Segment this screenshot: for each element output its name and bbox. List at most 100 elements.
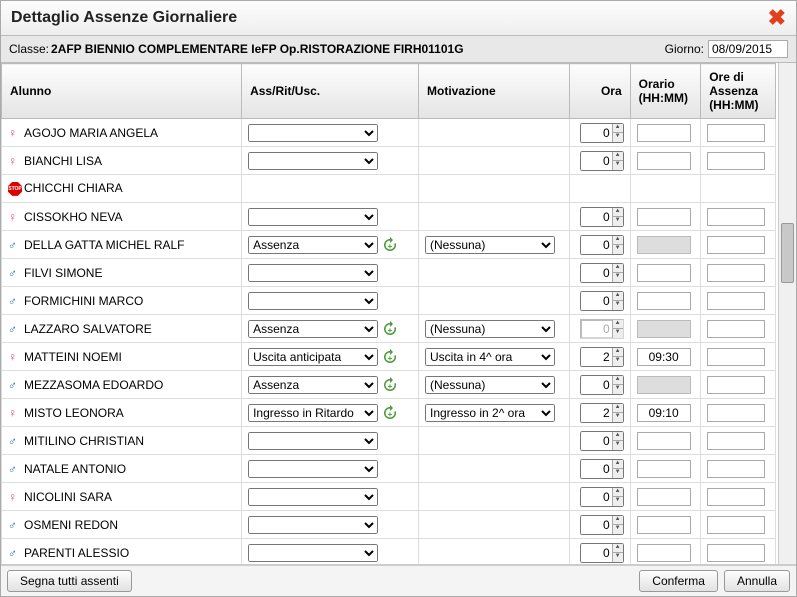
spinner-down-icon[interactable]: ▼: [612, 441, 623, 450]
ore-assenza-input[interactable]: [707, 432, 765, 450]
motivation-select[interactable]: (Nessuna)Ingresso in 2^ oraUscita in 4^ …: [425, 348, 555, 366]
spinner-up-icon[interactable]: ▲: [612, 124, 623, 134]
close-icon[interactable]: ✖: [768, 5, 786, 31]
orario-input[interactable]: [637, 152, 691, 170]
column-header-orario[interactable]: Orario (HH:MM): [630, 64, 701, 119]
absence-type-select[interactable]: AssenzaIngresso in RitardoUscita anticip…: [248, 152, 378, 170]
spinner-up-icon[interactable]: ▲: [612, 152, 623, 162]
orario-input[interactable]: [637, 404, 691, 422]
student-name: NATALE ANTONIO: [24, 462, 126, 476]
absence-type-select[interactable]: AssenzaIngresso in RitardoUscita anticip…: [248, 320, 378, 338]
spinner-up-icon[interactable]: ▲: [612, 376, 623, 386]
absence-type-select[interactable]: AssenzaIngresso in RitardoUscita anticip…: [248, 348, 378, 366]
spinner-down-icon[interactable]: ▼: [612, 413, 623, 422]
refresh-icon[interactable]: +: [382, 237, 398, 253]
absence-type-select[interactable]: AssenzaIngresso in RitardoUscita anticip…: [248, 404, 378, 422]
svg-text:+: +: [388, 242, 393, 251]
absence-type-select[interactable]: AssenzaIngresso in RitardoUscita anticip…: [248, 124, 378, 142]
spinner-up-icon[interactable]: ▲: [612, 292, 623, 302]
ore-assenza-input[interactable]: [707, 236, 765, 254]
absence-type-select[interactable]: AssenzaIngresso in RitardoUscita anticip…: [248, 460, 378, 478]
absence-type-select[interactable]: AssenzaIngresso in RitardoUscita anticip…: [248, 376, 378, 394]
motivation-select[interactable]: (Nessuna)Ingresso in 2^ oraUscita in 4^ …: [425, 404, 555, 422]
spinner-up-icon[interactable]: ▲: [612, 208, 623, 218]
absence-type-select[interactable]: AssenzaIngresso in RitardoUscita anticip…: [248, 488, 378, 506]
orario-input[interactable]: [637, 348, 691, 366]
male-icon: ♂: [8, 294, 22, 308]
ore-assenza-input[interactable]: [707, 404, 765, 422]
confirm-button[interactable]: Conferma: [639, 570, 718, 592]
spinner-down-icon[interactable]: ▼: [612, 217, 623, 226]
spinner-down-icon[interactable]: ▼: [612, 133, 623, 142]
absence-type-select[interactable]: AssenzaIngresso in RitardoUscita anticip…: [248, 264, 378, 282]
absence-type-select[interactable]: AssenzaIngresso in RitardoUscita anticip…: [248, 544, 378, 562]
mark-all-absent-button[interactable]: Segna tutti assenti: [7, 570, 132, 592]
orario-input: [637, 236, 691, 254]
ore-assenza-input[interactable]: [707, 264, 765, 282]
spinner-up-icon[interactable]: ▲: [612, 516, 623, 526]
spinner-up-icon[interactable]: ▲: [612, 488, 623, 498]
spinner-up-icon[interactable]: ▲: [612, 236, 623, 246]
refresh-icon[interactable]: +: [382, 405, 398, 421]
orario-input[interactable]: [637, 460, 691, 478]
ore-assenza-input[interactable]: [707, 488, 765, 506]
spinner-down-icon[interactable]: ▼: [612, 497, 623, 506]
column-header-ore[interactable]: Ore di Assenza (HH:MM): [701, 64, 776, 119]
spinner-up-icon[interactable]: ▲: [612, 460, 623, 470]
orario-input[interactable]: [637, 124, 691, 142]
student-name: OSMENI REDON: [24, 518, 118, 532]
refresh-icon[interactable]: +: [382, 321, 398, 337]
absence-type-select[interactable]: AssenzaIngresso in RitardoUscita anticip…: [248, 292, 378, 310]
column-header-alunno[interactable]: Alunno: [2, 64, 242, 119]
spinner-up-icon[interactable]: ▲: [612, 404, 623, 414]
ore-assenza-input[interactable]: [707, 516, 765, 534]
refresh-icon[interactable]: +: [382, 377, 398, 393]
spinner-down-icon[interactable]: ▼: [612, 357, 623, 366]
orario-input[interactable]: [637, 544, 691, 562]
absence-type-select[interactable]: AssenzaIngresso in RitardoUscita anticip…: [248, 432, 378, 450]
spinner-up-icon[interactable]: ▲: [612, 544, 623, 554]
ore-assenza-input[interactable]: [707, 208, 765, 226]
spinner-down-icon[interactable]: ▼: [612, 525, 623, 534]
scrollbar-thumb[interactable]: [781, 223, 794, 283]
spinner-down-icon[interactable]: ▼: [612, 301, 623, 310]
motivation-select[interactable]: (Nessuna)Ingresso in 2^ oraUscita in 4^ …: [425, 236, 555, 254]
spinner-down-icon[interactable]: ▼: [612, 273, 623, 282]
ore-assenza-input[interactable]: [707, 460, 765, 478]
spinner-up-icon[interactable]: ▲: [612, 432, 623, 442]
spinner-up-icon[interactable]: ▲: [612, 264, 623, 274]
spinner-down-icon[interactable]: ▼: [612, 245, 623, 254]
student-name: MATTEINI NOEMI: [24, 350, 122, 364]
ore-assenza-input[interactable]: [707, 124, 765, 142]
spinner-up-icon[interactable]: ▲: [612, 348, 623, 358]
absence-type-select[interactable]: AssenzaIngresso in RitardoUscita anticip…: [248, 516, 378, 534]
orario-input[interactable]: [637, 516, 691, 534]
cancel-button[interactable]: Annulla: [724, 570, 790, 592]
refresh-icon[interactable]: +: [382, 349, 398, 365]
ore-assenza-input[interactable]: [707, 152, 765, 170]
absence-type-select[interactable]: AssenzaIngresso in RitardoUscita anticip…: [248, 236, 378, 254]
ore-assenza-input[interactable]: [707, 376, 765, 394]
column-header-motiv[interactable]: Motivazione: [419, 64, 570, 119]
orario-input[interactable]: [637, 432, 691, 450]
motivation-select[interactable]: (Nessuna)Ingresso in 2^ oraUscita in 4^ …: [425, 376, 555, 394]
spinner-down-icon[interactable]: ▼: [612, 385, 623, 394]
orario-input[interactable]: [637, 208, 691, 226]
spinner-down-icon[interactable]: ▼: [612, 469, 623, 478]
orario-input[interactable]: [637, 292, 691, 310]
column-header-ora[interactable]: Ora: [569, 64, 630, 119]
ore-assenza-input[interactable]: [707, 292, 765, 310]
student-name: NICOLINI SARA: [24, 490, 112, 504]
vertical-scrollbar[interactable]: [778, 63, 796, 564]
ore-assenza-input[interactable]: [707, 348, 765, 366]
motivation-select[interactable]: (Nessuna)Ingresso in 2^ oraUscita in 4^ …: [425, 320, 555, 338]
orario-input[interactable]: [637, 264, 691, 282]
absence-type-select[interactable]: AssenzaIngresso in RitardoUscita anticip…: [248, 208, 378, 226]
ore-assenza-input[interactable]: [707, 544, 765, 562]
ore-assenza-input[interactable]: [707, 320, 765, 338]
day-input[interactable]: [708, 40, 788, 58]
spinner-down-icon[interactable]: ▼: [612, 553, 623, 562]
column-header-ass[interactable]: Ass/Rit/Usc.: [242, 64, 419, 119]
orario-input[interactable]: [637, 488, 691, 506]
spinner-down-icon[interactable]: ▼: [612, 161, 623, 170]
